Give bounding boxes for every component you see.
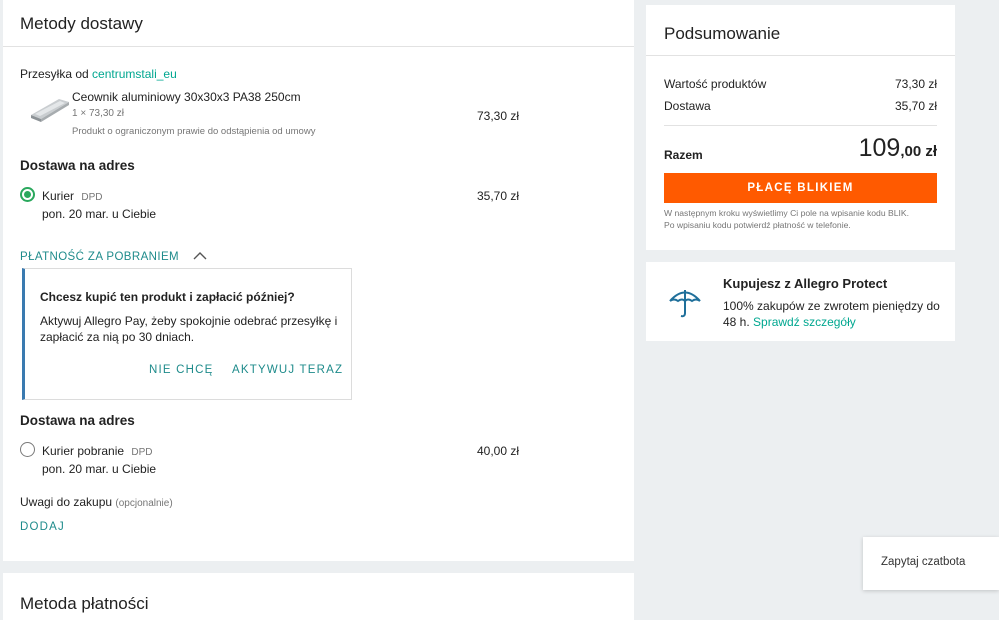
product-image[interactable] xyxy=(29,93,71,123)
total-main: 109 xyxy=(858,134,901,162)
chatbot-label: Zapytaj czatbota xyxy=(881,556,966,568)
courier-cod-date: pon. 20 mar. u Ciebie xyxy=(42,462,157,476)
add-notes-button[interactable]: DODAJ xyxy=(20,521,65,533)
allegro-protect-card: Kupujesz z Allegro Protect 100% zakupów … xyxy=(646,262,955,341)
protect-text-2-prefix: 48 h. xyxy=(723,315,750,329)
seller-prefix: Przesyłka od xyxy=(20,67,89,81)
pay-later-text-1: Aktywuj Allegro Pay, żeby spokojnie odeb… xyxy=(40,314,338,328)
courier-price: 35,70 zł xyxy=(477,189,520,203)
cod-toggle[interactable]: PŁATNOŚĆ ZA POBRANIEM xyxy=(20,247,207,265)
divider xyxy=(3,46,634,47)
pay-later-text-2: zapłacić za nią po 30 dniach. xyxy=(40,330,195,344)
protect-details-link[interactable]: Sprawdź szczegóły xyxy=(753,315,856,329)
protect-title: Kupujesz z Allegro Protect xyxy=(723,276,888,291)
summary-title: Podsumowanie xyxy=(664,24,781,43)
product-qty: 1 × 73,30 zł xyxy=(72,108,124,119)
notes-label: Uwagi do zakupu (opcjonalnie) xyxy=(20,495,173,509)
courier-cod-radio[interactable] xyxy=(20,442,35,457)
section-title: Metody dostawy xyxy=(20,14,143,33)
courier-option[interactable]: Kurier DPD xyxy=(42,189,102,203)
umbrella-icon xyxy=(668,286,702,325)
notes-label-text: Uwagi do zakupu xyxy=(20,495,113,509)
divider xyxy=(664,125,937,126)
courier-date: pon. 20 mar. u Ciebie xyxy=(42,207,157,221)
seller-line: Przesyłka od centrumstali_eu xyxy=(20,67,177,81)
courier-cod-label: Kurier pobranie xyxy=(42,444,125,458)
courier-label: Kurier xyxy=(42,189,75,203)
cod-toggle-label: PŁATNOŚĆ ZA POBRANIEM xyxy=(20,251,179,264)
total-label: Razem xyxy=(664,148,703,162)
pay-later-box: Chcesz kupić ten produkt i zapłacić późn… xyxy=(22,268,352,400)
courier-cod-option[interactable]: Kurier pobranie DPD xyxy=(42,444,153,458)
seller-link[interactable]: centrumstali_eu xyxy=(92,67,177,81)
courier-radio[interactable] xyxy=(20,187,35,202)
total-cents: ,00 zł xyxy=(900,143,937,160)
products-value-label: Wartość produktów xyxy=(664,77,767,91)
notes-optional: (opcjonalnie) xyxy=(115,498,173,509)
chatbot-button[interactable]: Zapytaj czatbota xyxy=(863,537,999,590)
delivery-heading: Dostawa na adres xyxy=(20,158,135,173)
activate-button[interactable]: AKTYWUJ TERAZ xyxy=(232,364,343,376)
courier-cod-carrier: DPD xyxy=(131,447,153,458)
total-amount: 109,00 zł xyxy=(859,134,937,163)
product-price: 73,30 zł xyxy=(477,109,520,123)
delivery-cost-value: 35,70 zł xyxy=(894,99,937,113)
products-value: 73,30 zł xyxy=(894,77,937,91)
chevron-up-icon xyxy=(193,247,207,265)
product-note: Produkt o ograniczonym prawie do odstąpi… xyxy=(72,126,316,137)
blik-info-2: Po wpisaniu kodu potwierdź płatność w te… xyxy=(664,220,851,230)
delivery-heading-cod: Dostawa na adres xyxy=(20,413,135,428)
decline-button[interactable]: NIE CHCĘ xyxy=(149,364,214,376)
delivery-methods-card: Metody dostawy Przesyłka od centrumstali… xyxy=(3,0,634,561)
product-name[interactable]: Ceownik aluminiowy 30x30x3 PA38 250cm xyxy=(72,90,301,104)
divider xyxy=(646,55,955,56)
payment-method-card: Metoda płatności xyxy=(3,573,634,620)
pay-later-title: Chcesz kupić ten produkt i zapłacić późn… xyxy=(40,290,295,304)
blik-info-1: W następnym kroku wyświetlimy Ci pole na… xyxy=(664,208,910,218)
courier-cod-price: 40,00 zł xyxy=(477,444,520,458)
summary-card: Podsumowanie Wartość produktów 73,30 zł … xyxy=(646,5,955,250)
payment-title: Metoda płatności xyxy=(20,594,149,613)
protect-text-2: 48 h. Sprawdź szczegóły xyxy=(723,315,856,329)
pay-blik-button[interactable]: PŁACĘ BLIKIEM xyxy=(664,173,937,203)
delivery-cost-label: Dostawa xyxy=(664,99,711,113)
protect-text-1: 100% zakupów ze zwrotem pieniędzy do xyxy=(723,299,940,313)
courier-carrier: DPD xyxy=(81,192,103,203)
